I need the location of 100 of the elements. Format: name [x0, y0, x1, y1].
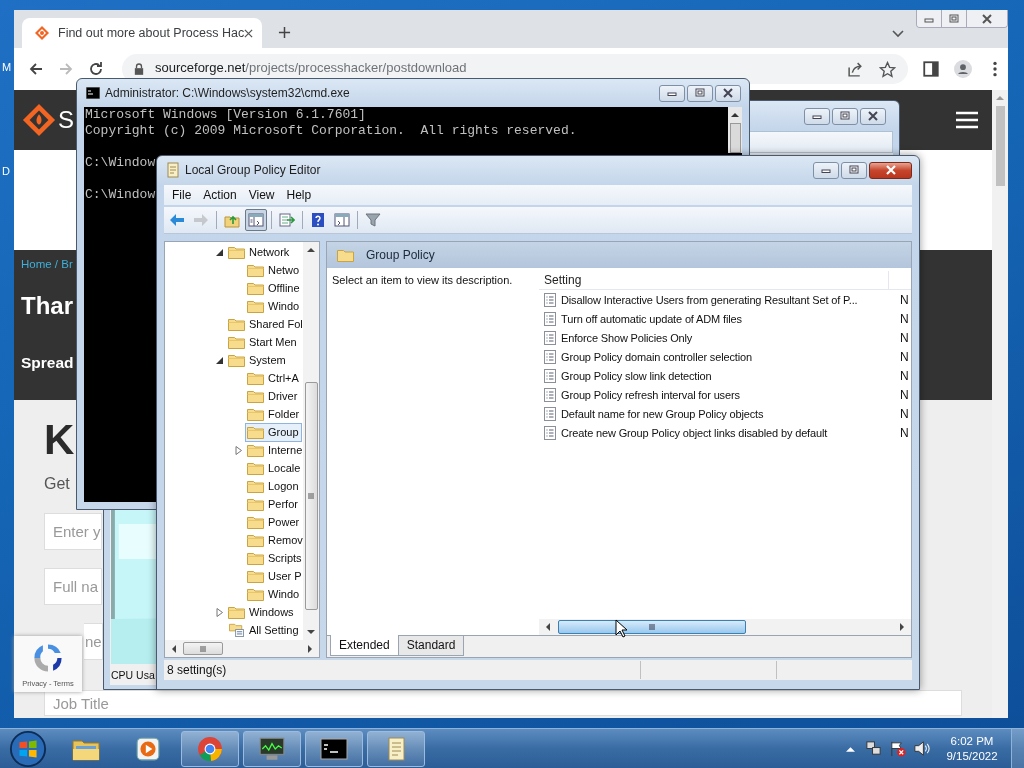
menu-item[interactable]: View [242, 188, 281, 202]
monitor-app-button[interactable] [243, 730, 301, 767]
desktop-icon-label[interactable]: M [2, 60, 12, 74]
tree-pane-button[interactable] [245, 209, 267, 231]
tree-item[interactable]: Folder [245, 404, 303, 424]
window-title: Administrator: C:\Windows\system32\cmd.exe [105, 86, 350, 100]
network-icon[interactable] [865, 740, 882, 757]
chevron-down-icon[interactable] [892, 30, 904, 38]
reload-icon[interactable] [88, 61, 104, 77]
back-arrow-icon[interactable] [28, 61, 44, 77]
circle-logo-app-button[interactable] [181, 730, 239, 767]
expanded-arrow-icon[interactable] [215, 247, 224, 257]
scroll-up-arrow-icon[interactable] [307, 247, 315, 253]
terminal-app-button[interactable] [305, 730, 363, 767]
folder-icon [247, 551, 264, 565]
menu-item[interactable]: Action [197, 188, 243, 202]
start-button[interactable] [9, 729, 47, 768]
maximize-icon [839, 111, 851, 121]
tree-item[interactable]: Start Men [226, 332, 300, 352]
grip-icon [308, 493, 314, 499]
tree-item[interactable]: All Setting [226, 620, 302, 640]
minimize-button[interactable] [659, 84, 685, 102]
show-hidden-icons-button[interactable] [846, 745, 855, 752]
menu-icon[interactable] [956, 111, 978, 129]
close-icon[interactable] [244, 28, 254, 38]
policy-document-icon [544, 311, 556, 326]
table-cell-text: N [900, 330, 910, 345]
flag-error-icon[interactable] [889, 740, 906, 757]
grip-icon [200, 645, 206, 652]
tree-item[interactable]: Windows [226, 602, 297, 622]
close-icon [981, 13, 993, 24]
tree-item[interactable]: Locale [245, 458, 303, 478]
collapsed-arrow-icon[interactable] [234, 445, 243, 455]
tree-item[interactable]: Windo [245, 296, 303, 316]
table-cell-text: Group Policy refresh interval for users [561, 388, 741, 401]
star-icon[interactable] [879, 60, 896, 78]
close-icon [867, 111, 879, 121]
view-tab[interactable]: Standard [397, 636, 465, 656]
maximize-button[interactable] [841, 161, 867, 179]
minimize-button[interactable] [804, 107, 830, 125]
close-button[interactable] [967, 10, 1007, 27]
lock-icon [134, 63, 144, 75]
scroll-right-arrow-icon[interactable] [307, 644, 313, 653]
close-button[interactable] [715, 84, 741, 102]
expanded-arrow-icon[interactable] [215, 355, 224, 365]
tree-item[interactable]: Netwo [245, 260, 303, 280]
folder-icon [247, 407, 264, 421]
tree-item[interactable]: Group [245, 422, 302, 442]
scroll-up-arrow-icon[interactable] [731, 112, 739, 118]
tree-item[interactable]: Windo [245, 584, 303, 604]
column-header[interactable]: Setting [539, 271, 889, 289]
menu-item[interactable]: Help [280, 188, 318, 202]
desktop-icon-label[interactable]: D [2, 164, 12, 178]
pane-window-icon [248, 212, 264, 228]
pane-window-icon [334, 212, 350, 228]
tree-item[interactable]: Logon [245, 476, 302, 496]
minimize-button[interactable] [813, 161, 839, 179]
pane-heading: Group Policy [366, 248, 435, 262]
tree-item[interactable]: Network [226, 242, 293, 262]
table-cell-text: N [900, 349, 910, 364]
table-cell-text: Default name for new Group Policy objects [561, 407, 765, 420]
tree-item[interactable]: Shared Fol [226, 314, 303, 334]
scroll-down-arrow-icon[interactable] [307, 629, 315, 635]
close-button[interactable] [869, 161, 912, 179]
filter-icon [365, 212, 381, 228]
left-arrow-icon [169, 212, 185, 228]
folder-icon [247, 371, 264, 385]
scroll-app-button[interactable] [367, 730, 425, 767]
scroll-right-arrow-icon[interactable] [899, 623, 905, 631]
breadcrumb-link[interactable]: Home / Br [21, 257, 73, 271]
collapsed-arrow-icon[interactable] [215, 607, 224, 617]
tree-item[interactable]: User P [245, 566, 303, 586]
tree-item[interactable]: Offline [245, 278, 303, 298]
folder-list-icon [228, 623, 245, 637]
clock-time: 6:02 PM [950, 733, 994, 749]
tree-item[interactable]: Power [245, 512, 303, 532]
folder-icon [247, 461, 264, 475]
tree-item[interactable]: System [226, 350, 289, 370]
tree-item[interactable]: Interne [245, 440, 303, 460]
view-tab[interactable]: Extended [330, 635, 399, 656]
tree-item[interactable]: Remov [245, 530, 303, 550]
speaker-icon[interactable] [913, 740, 930, 757]
scroll-left-arrow-icon[interactable] [545, 623, 551, 631]
scroll-left-arrow-icon[interactable] [171, 644, 177, 653]
tree-item[interactable]: Scripts [245, 548, 303, 568]
close-button[interactable] [860, 107, 886, 125]
diamond-flame-logo-icon [22, 103, 56, 137]
clock[interactable]: 6:02 PM 9/15/2022 [941, 733, 1003, 764]
browser-tab[interactable]: Find out more about Process Hac [22, 18, 262, 48]
menu-item[interactable]: File [166, 188, 198, 202]
tree-item[interactable]: Ctrl+A [245, 368, 302, 388]
plus-icon[interactable] [278, 26, 291, 39]
table-cell-text: N [900, 292, 910, 307]
tree-item[interactable]: Driver [245, 386, 301, 406]
share-icon[interactable] [847, 60, 864, 78]
profile-icon[interactable] [954, 60, 972, 78]
tree-item[interactable]: Perfor [245, 494, 301, 514]
terminal-icon [320, 735, 348, 762]
side-panel-icon[interactable] [922, 60, 940, 78]
folder-icon [247, 299, 264, 313]
